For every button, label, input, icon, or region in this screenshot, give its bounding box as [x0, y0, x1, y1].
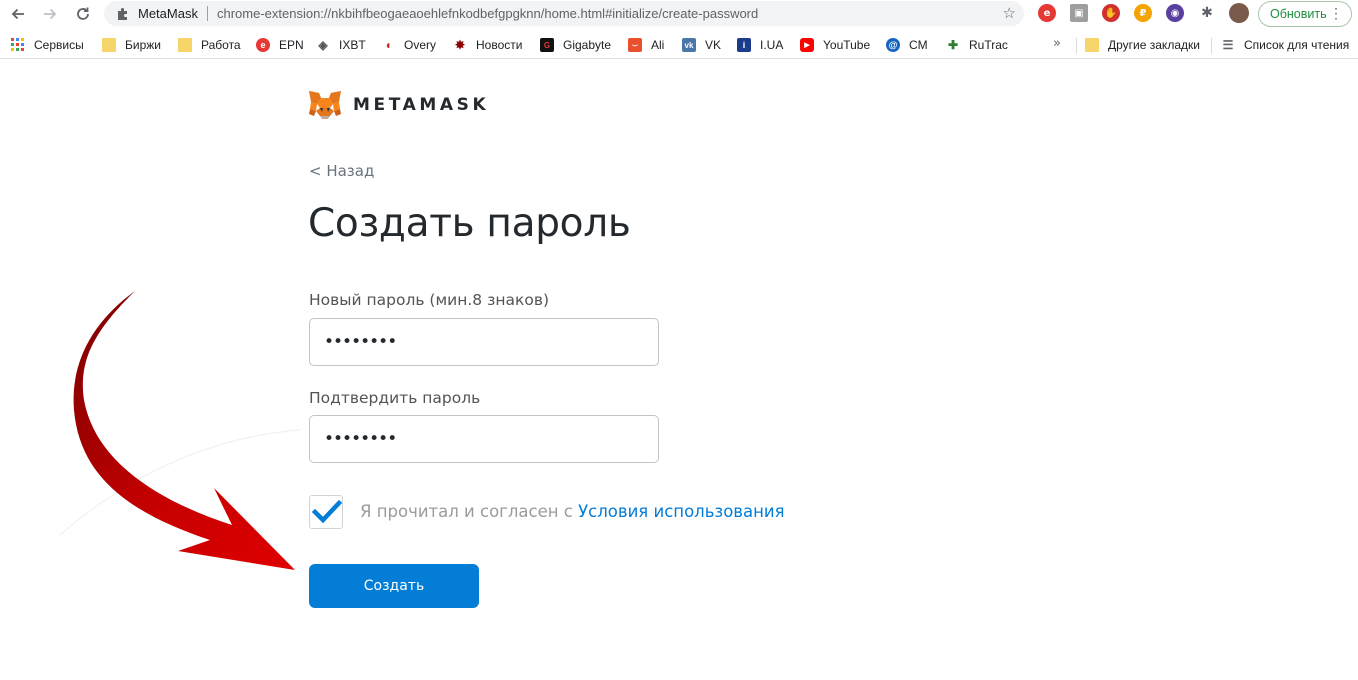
adblock-extension-icon[interactable]: ✋	[1102, 4, 1120, 22]
bookmark-label: IXBT	[339, 38, 366, 52]
terms-prefix: Я прочитал и согласен с	[360, 502, 579, 521]
reading-list-icon: ☰	[1222, 38, 1234, 52]
bookmark-exchanges[interactable]: Биржи	[102, 36, 161, 54]
fox-icon	[309, 91, 341, 119]
bookmark-other[interactable]: Другие закладки	[1085, 36, 1200, 54]
bookmark-label: VK	[705, 38, 722, 52]
page-title: Создать пароль	[308, 201, 631, 246]
news-icon: ✸	[454, 38, 466, 52]
more-bookmarks-icon[interactable]: »	[1053, 36, 1061, 51]
reading-list[interactable]: ☰ Список для чтения	[1221, 36, 1350, 54]
url-divider	[206, 6, 208, 21]
confirm-password-input[interactable]: ••••••••	[309, 415, 659, 463]
address-bar[interactable]: MetaMask chrome-extension://nkbihfbeogae…	[104, 1, 1024, 26]
confirm-password-label: Подтвердить пароль	[309, 389, 481, 407]
folder-icon	[178, 38, 192, 52]
bookmark-star-icon[interactable]: ☆	[1003, 4, 1016, 22]
brand-name: METAMASK	[353, 95, 490, 115]
url-text[interactable]: chrome-extension://nkbihfbeogaeaoehlefnk…	[217, 6, 758, 21]
update-button[interactable]: Обновить ⋮	[1258, 1, 1352, 27]
epn-icon: e	[256, 38, 270, 52]
bookmarks-divider	[1076, 38, 1077, 54]
new-password-label: Новый пароль (мин.8 знаков)	[309, 291, 550, 309]
extensions-puzzle-icon[interactable]: ✱	[1198, 4, 1216, 22]
vpn-extension-icon[interactable]: ◉	[1166, 4, 1184, 22]
red-arrow-annotation	[59, 291, 301, 570]
bookmark-services[interactable]: Сервисы	[11, 36, 84, 54]
bookmark-work[interactable]: Работа	[178, 36, 241, 54]
bookmark-label: Работа	[201, 38, 241, 52]
bookmarks-bar: Сервисы Биржи Работа e EPN ◈ IXBT ◖ Over…	[0, 31, 1358, 59]
vk-icon: vk	[682, 38, 696, 52]
browser-toolbar: MetaMask chrome-extension://nkbihfbeogae…	[0, 0, 1358, 28]
site-name: MetaMask	[138, 6, 198, 21]
back-arrow-icon[interactable]	[7, 3, 29, 25]
create-button[interactable]: Создать	[309, 564, 479, 608]
terms-of-use-link[interactable]: Условия использования	[578, 502, 784, 521]
bookmark-label: Биржи	[125, 38, 161, 52]
bookmark-cm[interactable]: @ CM	[886, 36, 928, 54]
bookmark-epn[interactable]: e EPN	[256, 36, 304, 54]
bookmark-label: Overy	[404, 38, 437, 52]
cm-icon: @	[886, 38, 900, 52]
forward-arrow-icon[interactable]	[39, 3, 61, 25]
menu-dots-icon: ⋮	[1329, 5, 1343, 21]
bookmark-label: Ali	[651, 38, 665, 52]
extension-puzzle-icon	[115, 6, 131, 22]
update-label: Обновить	[1270, 7, 1327, 21]
bookmark-label: YouTube	[823, 38, 871, 52]
bookmarks-divider	[1211, 38, 1212, 54]
overy-icon: ◖	[384, 38, 392, 52]
rutracker-icon: ✚	[947, 38, 959, 52]
terms-text: Я прочитал и согласен с Условия использо…	[360, 502, 785, 521]
new-password-input[interactable]: ••••••••	[309, 318, 659, 366]
bookmark-iua[interactable]: i I.UA	[737, 36, 783, 54]
bookmark-label: I.UA	[760, 38, 784, 52]
ixbt-icon: ◈	[318, 38, 328, 52]
apps-grid-icon	[11, 38, 25, 52]
bookmark-label: Gigabyte	[563, 38, 612, 52]
aliexpress-icon: ⌣	[628, 38, 642, 52]
bookmark-label: RuTrac	[969, 38, 1008, 52]
bookmark-label: EPN	[279, 38, 304, 52]
folder-icon	[1085, 38, 1099, 52]
bookmark-label: Новости	[476, 38, 523, 52]
reading-list-label: Список для чтения	[1244, 38, 1350, 52]
reload-icon[interactable]	[72, 3, 94, 25]
bookmark-label: CM	[909, 38, 928, 52]
checkmark-icon	[311, 499, 343, 524]
bookmark-vk[interactable]: vk VK	[682, 36, 721, 54]
bookmark-ixbt[interactable]: ◈ IXBT	[316, 36, 366, 54]
epn-extension-icon[interactable]: e	[1038, 4, 1056, 22]
bookmark-overy[interactable]: ◖ Overy	[381, 36, 436, 54]
gigabyte-icon: G	[540, 38, 554, 52]
bookmark-ali[interactable]: ⌣ Ali	[628, 36, 664, 54]
image-extension-icon[interactable]: ▣	[1070, 4, 1088, 22]
bookmark-youtube[interactable]: ▶ YouTube	[800, 36, 870, 54]
coin-extension-icon[interactable]: ₽	[1134, 4, 1152, 22]
back-link[interactable]: < Назад	[309, 162, 374, 180]
profile-avatar[interactable]	[1229, 3, 1249, 23]
bookmark-label: Сервисы	[34, 38, 84, 52]
bookmark-rutracker[interactable]: ✚ RuTrac	[946, 36, 1008, 54]
bookmark-label: Другие закладки	[1108, 38, 1200, 52]
youtube-icon: ▶	[800, 38, 814, 52]
terms-checkbox[interactable]	[309, 495, 343, 529]
bookmark-news[interactable]: ✸ Новости	[453, 36, 522, 54]
metamask-logo: METAMASK	[308, 90, 489, 120]
bookmark-gigabyte[interactable]: G Gigabyte	[540, 36, 611, 54]
folder-icon	[102, 38, 116, 52]
iua-icon: i	[737, 38, 751, 52]
